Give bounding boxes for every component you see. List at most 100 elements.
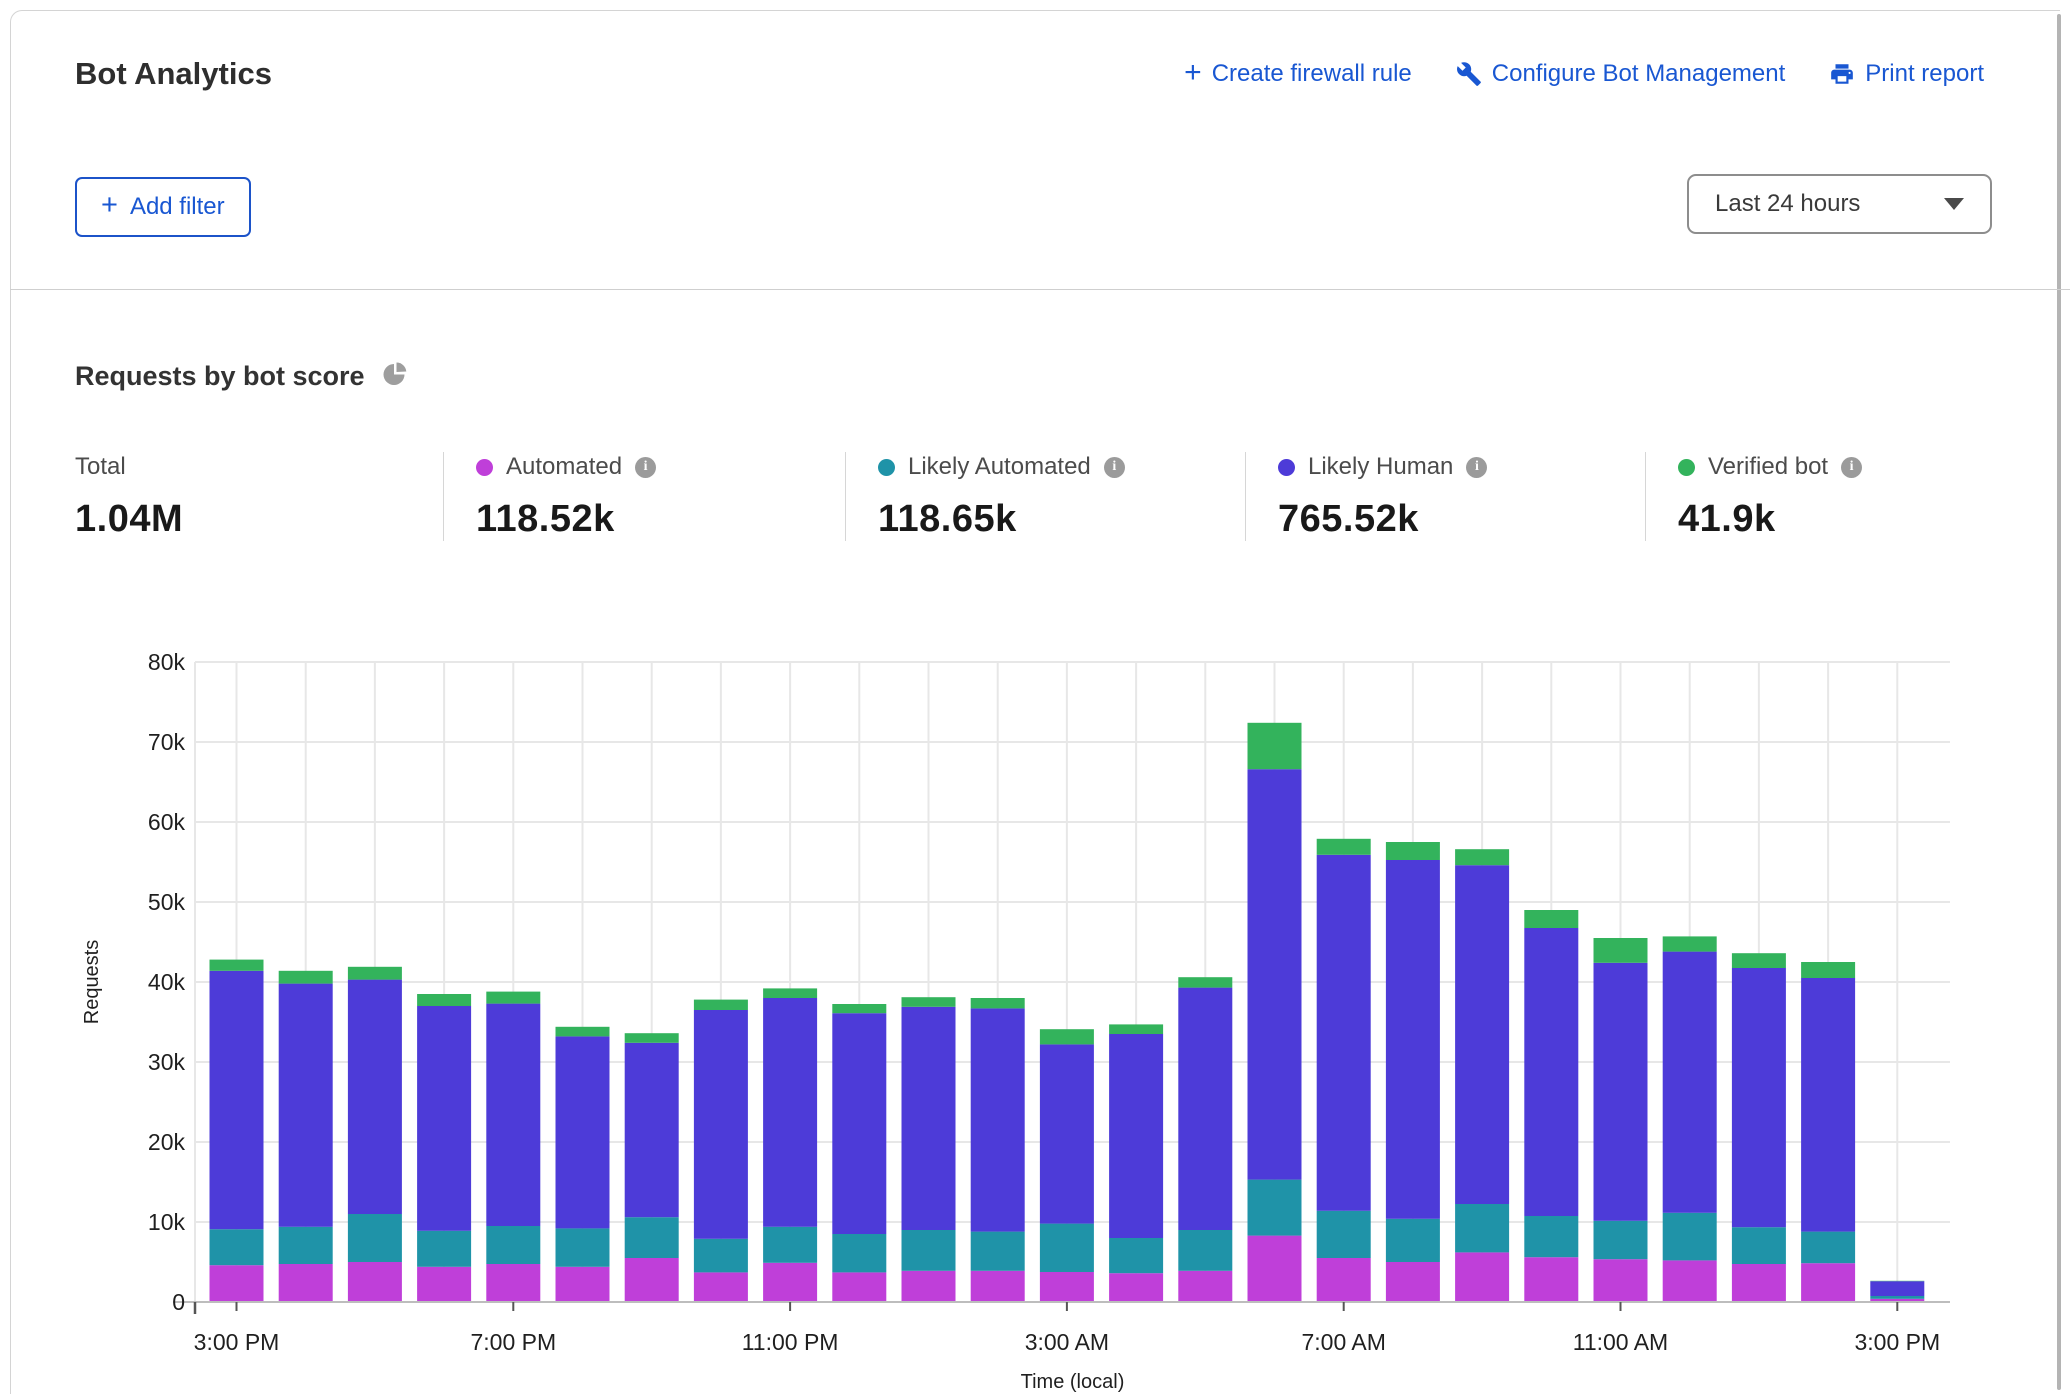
bar-segment-likely-automated[interactable] [1455, 1204, 1509, 1252]
create-firewall-rule-link[interactable]: + Create firewall rule [1184, 60, 1412, 88]
bar-segment-likely-automated[interactable] [694, 1239, 748, 1273]
bar-segment-verified-bot[interactable] [902, 997, 956, 1007]
bar-segment-likely-human[interactable] [1040, 1044, 1094, 1223]
bar-segment-likely-human[interactable] [625, 1043, 679, 1217]
bar-segment-likely-human[interactable] [210, 971, 264, 1229]
bar-segment-likely-automated[interactable] [417, 1231, 471, 1267]
bar-segment-automated[interactable] [1109, 1273, 1163, 1302]
bar-segment-likely-human[interactable] [1663, 952, 1717, 1213]
vertical-scrollbar[interactable] [2057, 14, 2061, 1390]
bar-segment-automated[interactable] [1317, 1258, 1371, 1302]
bar-segment-automated[interactable] [1524, 1257, 1578, 1302]
bar-segment-likely-human[interactable] [279, 984, 333, 1227]
bar-segment-automated[interactable] [1178, 1271, 1232, 1302]
bar-segment-likely-automated[interactable] [902, 1230, 956, 1271]
bar-segment-likely-human[interactable] [1732, 968, 1786, 1227]
bar-segment-likely-automated[interactable] [210, 1229, 264, 1265]
info-icon[interactable]: i [1104, 457, 1125, 478]
bar-segment-likely-automated[interactable] [1663, 1213, 1717, 1261]
bar-segment-verified-bot[interactable] [763, 988, 817, 998]
bar-segment-likely-automated[interactable] [971, 1232, 1025, 1271]
bar-segment-likely-automated[interactable] [1801, 1232, 1855, 1264]
bar-segment-likely-automated[interactable] [1317, 1211, 1371, 1258]
bar-segment-verified-bot[interactable] [1732, 953, 1786, 968]
bar-segment-likely-human[interactable] [1455, 865, 1509, 1204]
bar-segment-automated[interactable] [1594, 1259, 1648, 1302]
bar-segment-verified-bot[interactable] [971, 998, 1025, 1008]
bar-segment-automated[interactable] [1732, 1264, 1786, 1302]
bar-segment-likely-human[interactable] [348, 980, 402, 1214]
bar-segment-verified-bot[interactable] [1248, 723, 1302, 769]
bar-segment-verified-bot[interactable] [1801, 962, 1855, 978]
bar-segment-automated[interactable] [486, 1264, 540, 1302]
bar-segment-automated[interactable] [1455, 1252, 1509, 1302]
bar-segment-likely-human[interactable] [763, 998, 817, 1227]
bar-segment-automated[interactable] [1040, 1272, 1094, 1302]
bar-segment-likely-automated[interactable] [625, 1217, 679, 1258]
bar-segment-likely-automated[interactable] [1386, 1219, 1440, 1262]
info-icon[interactable]: i [1841, 457, 1862, 478]
bar-segment-verified-bot[interactable] [348, 967, 402, 980]
info-icon[interactable]: i [635, 457, 656, 478]
bar-segment-verified-bot[interactable] [694, 1000, 748, 1010]
bar-segment-verified-bot[interactable] [1317, 839, 1371, 855]
bar-segment-verified-bot[interactable] [1594, 938, 1648, 963]
bar-segment-automated[interactable] [1801, 1263, 1855, 1302]
bar-segment-likely-automated[interactable] [279, 1227, 333, 1264]
bar-segment-automated[interactable] [348, 1262, 402, 1302]
bar-segment-likely-automated[interactable] [348, 1214, 402, 1262]
bar-segment-likely-automated[interactable] [1109, 1238, 1163, 1273]
bar-segment-automated[interactable] [417, 1267, 471, 1302]
bar-segment-likely-human[interactable] [556, 1036, 610, 1228]
bar-segment-automated[interactable] [210, 1265, 264, 1302]
bar-segment-likely-automated[interactable] [1248, 1180, 1302, 1236]
bar-segment-automated[interactable] [625, 1258, 679, 1302]
bar-segment-automated[interactable] [694, 1272, 748, 1302]
bar-segment-likely-human[interactable] [1248, 769, 1302, 1179]
bar-segment-verified-bot[interactable] [1663, 936, 1717, 951]
bar-segment-likely-human[interactable] [694, 1010, 748, 1239]
bar-segment-likely-human[interactable] [1801, 978, 1855, 1232]
add-filter-button[interactable]: + Add filter [75, 177, 251, 237]
bar-segment-likely-human[interactable] [1870, 1281, 1924, 1296]
configure-bot-management-link[interactable]: Configure Bot Management [1456, 60, 1786, 88]
bar-segment-automated[interactable] [1248, 1236, 1302, 1302]
bar-segment-likely-human[interactable] [486, 1004, 540, 1226]
bar-segment-likely-automated[interactable] [1524, 1216, 1578, 1257]
print-report-link[interactable]: Print report [1829, 60, 1984, 88]
bar-segment-automated[interactable] [1386, 1262, 1440, 1302]
bar-segment-automated[interactable] [832, 1272, 886, 1302]
bar-segment-likely-human[interactable] [971, 1008, 1025, 1231]
bar-segment-automated[interactable] [971, 1271, 1025, 1302]
bar-segment-verified-bot[interactable] [1524, 910, 1578, 928]
bar-segment-likely-automated[interactable] [486, 1226, 540, 1264]
bar-segment-verified-bot[interactable] [1455, 849, 1509, 865]
bar-segment-likely-automated[interactable] [832, 1234, 886, 1272]
bar-segment-automated[interactable] [556, 1267, 610, 1302]
bar-segment-likely-automated[interactable] [1178, 1230, 1232, 1271]
bar-segment-verified-bot[interactable] [556, 1027, 610, 1037]
bar-segment-likely-human[interactable] [1594, 963, 1648, 1221]
bar-segment-likely-automated[interactable] [1870, 1296, 1924, 1299]
bar-segment-likely-human[interactable] [1109, 1034, 1163, 1238]
bar-segment-likely-human[interactable] [902, 1007, 956, 1230]
bar-segment-verified-bot[interactable] [625, 1033, 679, 1043]
bar-segment-likely-automated[interactable] [556, 1228, 610, 1266]
bar-segment-likely-human[interactable] [832, 1013, 886, 1234]
time-range-dropdown[interactable]: Last 24 hours [1687, 174, 1992, 234]
bar-segment-verified-bot[interactable] [279, 971, 333, 984]
bar-segment-verified-bot[interactable] [486, 992, 540, 1004]
bar-segment-verified-bot[interactable] [1109, 1024, 1163, 1034]
bar-segment-automated[interactable] [1663, 1260, 1717, 1302]
bar-segment-automated[interactable] [279, 1264, 333, 1302]
bar-segment-automated[interactable] [763, 1263, 817, 1302]
bar-segment-verified-bot[interactable] [1178, 977, 1232, 987]
bar-segment-likely-human[interactable] [1524, 928, 1578, 1216]
bar-segment-likely-human[interactable] [417, 1006, 471, 1231]
bar-segment-verified-bot[interactable] [832, 1004, 886, 1013]
bar-segment-verified-bot[interactable] [210, 960, 264, 971]
bar-segment-likely-automated[interactable] [763, 1227, 817, 1263]
bar-segment-likely-human[interactable] [1386, 860, 1440, 1219]
bar-segment-automated[interactable] [902, 1271, 956, 1302]
bar-segment-likely-human[interactable] [1178, 988, 1232, 1230]
